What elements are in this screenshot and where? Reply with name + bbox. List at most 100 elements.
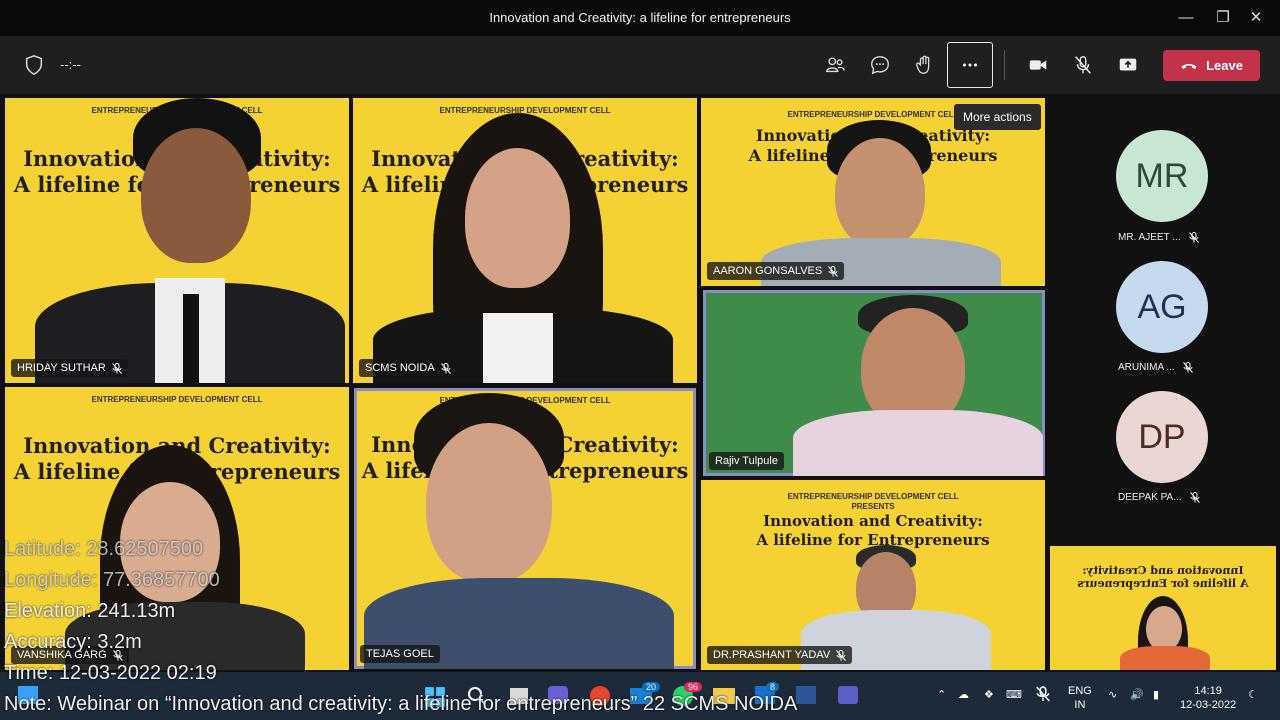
avatar-initials: DP: [1138, 417, 1186, 456]
video-tile[interactable]: ENTREPRENEURSHIP DEVELOPMENT CELL Innova…: [353, 98, 697, 383]
video-tile[interactable]: ENTREPRENEURSHIP DEVELOPMENT CELL Innova…: [5, 98, 349, 383]
maximize-icon[interactable]: ❐: [1213, 8, 1233, 28]
participant-name-chip: SCMS NOIDA: [359, 359, 457, 377]
raise-hand-icon[interactable]: [903, 43, 947, 87]
person-face: [141, 128, 251, 263]
video-tile[interactable]: ENTREPRENEURSHIP DEVELOPMENT CELL PRESEN…: [701, 480, 1045, 670]
person-body: [793, 410, 1043, 476]
banner-line1: Innovation and Creativity:: [763, 512, 983, 530]
banner-presents-text: PRESENTS: [851, 502, 895, 511]
window-title: Innovation and Creativity: a lifeline fo…: [489, 10, 791, 25]
banner-edc-text: ENTREPRENEURSHIP DEVELOPMENT CELL: [91, 395, 263, 404]
phone-hangup-icon: [1181, 63, 1197, 69]
camera-icon[interactable]: [1016, 43, 1060, 87]
chat-icon[interactable]: [858, 43, 902, 87]
mic-off-icon: [1188, 232, 1199, 243]
avatar-initials: AG: [1137, 287, 1187, 326]
video-tile[interactable]: Rajiv Tulpule: [703, 290, 1045, 476]
shield-icon[interactable]: [12, 43, 56, 87]
accuracy-text: Accuracy: 3.2m: [4, 631, 142, 653]
mic-off-icon: [111, 362, 122, 374]
participant-name: DR.PRASHANT YADAV: [713, 649, 831, 661]
store-badge: 8: [766, 682, 780, 692]
participant-name: AARON GONSALVES: [713, 265, 823, 277]
title-bar: Innovation and Creativity: a lifeline fo…: [0, 0, 1280, 36]
language-indicator[interactable]: ENG IN: [1068, 684, 1092, 712]
chevron-up-icon[interactable]: ⌃: [937, 688, 946, 702]
note-text: Note: Webinar on “Innovation and creativ…: [4, 693, 798, 715]
avatar-name-row: DEEPAK PA...: [1118, 492, 1200, 503]
region-code: IN: [1074, 699, 1086, 711]
participant-name: TEJAS GOEL: [366, 648, 434, 660]
microphone-tray-icon[interactable]: [1036, 686, 1050, 706]
person-face: [465, 148, 570, 288]
avatar-name: DEEPAK PA...: [1118, 492, 1182, 503]
avatar-name: MR. AJEET ...: [1118, 232, 1181, 243]
leave-label: Leave: [1206, 58, 1243, 73]
banner-heading: Innovation and Creativity: A lifeline fo…: [701, 512, 1045, 550]
clock-date: 12-03-2022: [1180, 699, 1237, 711]
participant-name: Rajiv Tulpule: [715, 455, 778, 467]
mic-off-icon: [828, 265, 839, 277]
mic-off-icon: [440, 362, 451, 374]
toolbar-divider: [1004, 50, 1005, 80]
person-face: [835, 138, 925, 248]
whatsapp-badge: 96: [684, 682, 703, 692]
teams-icon[interactable]: [838, 686, 858, 704]
people-icon[interactable]: [813, 43, 857, 87]
banner-edc-text: ENTREPRENEURSHIP DEVELOPMENT CELL: [787, 492, 959, 501]
leave-button[interactable]: Leave: [1163, 50, 1260, 81]
avatar[interactable]: DP: [1116, 391, 1208, 483]
participant-name: SCMS NOIDA: [365, 362, 435, 374]
person-shirt: [483, 313, 553, 383]
elevation-text: Elevation: 241.13m: [4, 600, 176, 622]
banner-line1: Innovation and Creativity:: [1082, 564, 1244, 577]
avatar[interactable]: MR: [1116, 130, 1208, 222]
participant-name-chip: TEJAS GOEL: [360, 645, 440, 663]
wifi-icon[interactable]: ∿: [1108, 688, 1117, 702]
word-icon[interactable]: [796, 686, 816, 704]
microphone-muted-icon[interactable]: [1061, 43, 1105, 87]
avatar-initials: MR: [1135, 156, 1189, 195]
dropbox-icon[interactable]: ❖: [984, 688, 994, 702]
share-screen-icon[interactable]: [1106, 43, 1150, 87]
avatar-name-row: MR. AJEET ...: [1118, 232, 1199, 243]
keyboard-icon[interactable]: ⌨: [1006, 688, 1022, 702]
video-tile[interactable]: ENTREPRENEURSHIP DEVELOPMENT CELL Innova…: [5, 387, 349, 670]
minimize-icon[interactable]: —: [1176, 8, 1196, 28]
mic-off-icon: [1182, 362, 1193, 373]
video-tile[interactable]: ENTREPRENEURSHIP DEVELOPMENT CELL Innova…: [354, 388, 696, 669]
person-tie: [183, 294, 199, 383]
notification-icon[interactable]: ☾: [1248, 688, 1258, 702]
more-actions-tooltip: More actions: [954, 104, 1041, 130]
self-view-tile[interactable]: Innovation and Creativity: A lifeline fo…: [1050, 546, 1276, 670]
banner-heading-mirrored: Innovation and Creativity: A lifeline fo…: [1050, 564, 1276, 590]
participant-name: HRIDAY SUTHAR: [17, 362, 106, 374]
participant-name-chip: HRIDAY SUTHAR: [11, 359, 128, 377]
avatar-name-row: ARUNIMA ...: [1118, 362, 1193, 373]
language-code: ENG: [1068, 685, 1092, 697]
person-face: [426, 423, 552, 583]
clock[interactable]: 14:19 12-03-2022: [1180, 684, 1236, 712]
banner-line2: A lifeline for Entrepreneurs: [1077, 577, 1249, 590]
meeting-timer: --:--: [60, 57, 81, 72]
avatar[interactable]: AG: [1116, 261, 1208, 353]
meeting-toolbar: --:-- Leave: [0, 36, 1280, 94]
battery-icon[interactable]: ▮: [1153, 688, 1159, 702]
participant-name-chip: Rajiv Tulpule: [709, 452, 784, 470]
person-body: [1120, 646, 1210, 670]
participant-name-chip: AARON GONSALVES: [707, 262, 845, 280]
mic-off-icon: [836, 649, 847, 661]
volume-icon[interactable]: 🔊: [1130, 688, 1144, 702]
mail-badge: 20: [642, 682, 661, 692]
onedrive-icon[interactable]: ☁: [958, 688, 969, 702]
longitude-text: Longitude: 77.36857700: [4, 569, 220, 591]
time-text: Time: 12-03-2022 02:19: [4, 662, 217, 684]
latitude-text: Latitude: 28.62507500: [4, 538, 204, 560]
participant-name-chip: DR.PRASHANT YADAV: [707, 646, 853, 664]
close-icon[interactable]: ✕: [1246, 8, 1266, 28]
avatar-name: ARUNIMA ...: [1118, 362, 1175, 373]
clock-time: 14:19: [1194, 685, 1222, 697]
more-actions-button[interactable]: [947, 42, 993, 88]
mic-off-icon: [1189, 492, 1200, 503]
